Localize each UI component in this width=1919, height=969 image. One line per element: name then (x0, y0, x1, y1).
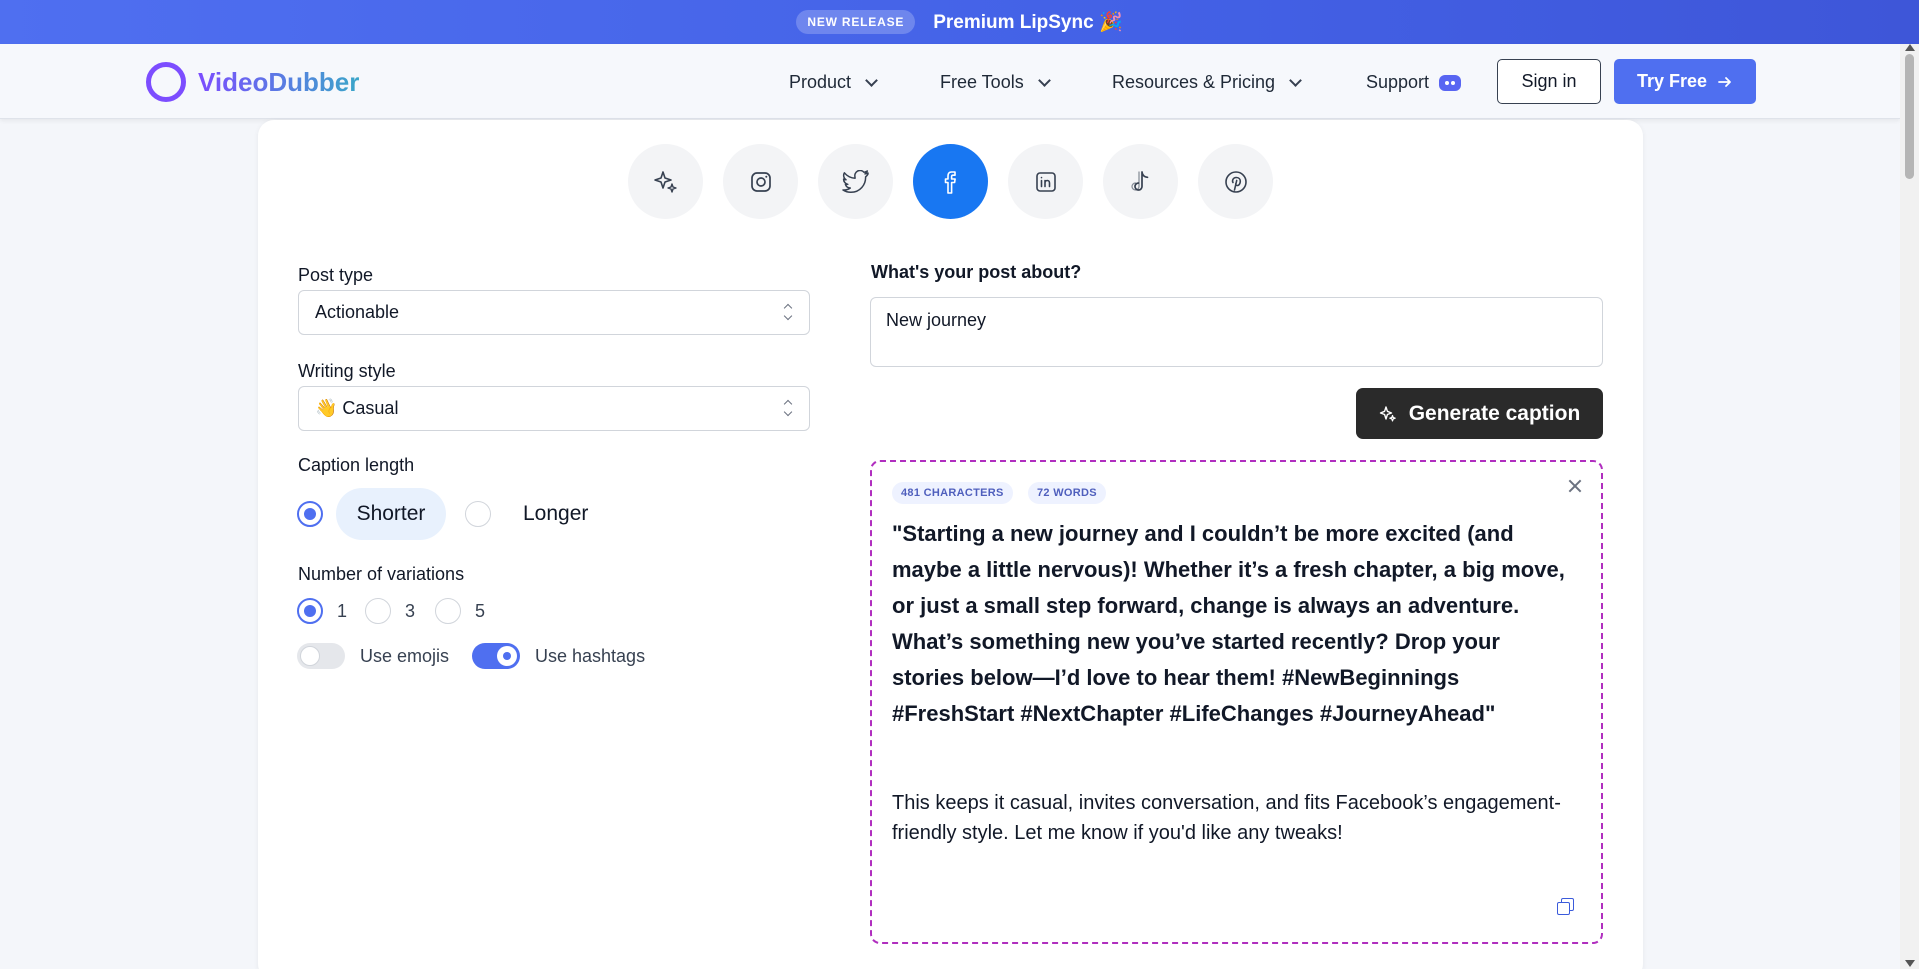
characters-count-badge: 481 CHARACTERS (892, 482, 1013, 504)
generated-caption: "Starting a new journey and I couldn’t b… (892, 521, 1565, 726)
platform-tiktok-button[interactable] (1103, 144, 1178, 219)
banner-text[interactable]: Premium LipSync 🎉 (933, 10, 1122, 34)
scrollbar-thumb[interactable] (1905, 54, 1914, 179)
words-count-badge: 72 WORDS (1028, 482, 1106, 504)
caption-length-shorter-radio[interactable] (297, 501, 323, 527)
post-type-select[interactable]: Actionable (298, 290, 810, 335)
sparkle-icon (653, 170, 677, 193)
discord-icon (1439, 74, 1462, 91)
generate-caption-button[interactable]: Generate caption (1356, 388, 1603, 439)
tiktok-icon (1130, 170, 1148, 191)
use-hashtags-label: Use hashtags (535, 646, 646, 666)
generate-caption-label: Generate caption (1408, 401, 1581, 425)
platform-ai-button[interactable] (628, 144, 703, 219)
page-scrollbar[interactable] (1900, 44, 1919, 969)
nav-product[interactable]: Product (789, 72, 878, 93)
linkedin-icon (1035, 171, 1056, 192)
nav-support[interactable]: Support (1366, 72, 1462, 93)
post-about-input[interactable]: New journey (870, 297, 1603, 367)
arrow-right-icon (1718, 76, 1731, 87)
facebook-icon (944, 170, 956, 194)
logo[interactable]: VideoDubber (146, 62, 359, 102)
new-release-badge: NEW RELEASE (796, 10, 916, 34)
toggle-knob (497, 646, 517, 666)
use-hashtags-toggle[interactable] (472, 643, 520, 669)
platform-facebook-button[interactable] (913, 144, 988, 219)
close-icon[interactable] (1567, 478, 1583, 494)
variations-3-label: 3 (405, 601, 416, 621)
caption-length-shorter-option[interactable]: Shorter (336, 488, 446, 540)
post-about-label: What's your post about? (871, 262, 1082, 282)
toggle-knob (300, 646, 320, 666)
pinterest-icon (1224, 170, 1247, 193)
post-type-value: Actionable (315, 302, 400, 322)
platform-instagram-button[interactable] (723, 144, 798, 219)
logo-text: VideoDubber (198, 66, 360, 97)
caption-result-box: 481 CHARACTERS 72 WORDS "Starting a new … (870, 460, 1603, 944)
platform-selector (628, 144, 1273, 219)
caption-length-longer-option[interactable]: Longer (523, 502, 588, 526)
platform-twitter-button[interactable] (818, 144, 893, 219)
use-emojis-label: Use emojis (360, 646, 450, 666)
variations-3-radio[interactable] (365, 598, 391, 624)
nav-support-label: Support (1366, 72, 1430, 92)
chevron-down-icon (865, 73, 878, 87)
variations-1-label: 1 (337, 601, 348, 621)
chevron-down-icon (1289, 73, 1302, 87)
logo-ring-icon (146, 62, 186, 102)
caption-note: This keeps it casual, invites conversati… (892, 792, 1561, 844)
scroll-down-arrow-icon[interactable] (1905, 960, 1915, 967)
top-nav: VideoDubber Product Free Tools Resources… (0, 44, 1900, 119)
sign-in-button[interactable]: Sign in (1497, 59, 1601, 104)
variations-5-radio[interactable] (435, 598, 461, 624)
variations-5-label: 5 (475, 601, 486, 621)
select-arrows-icon (783, 399, 793, 419)
try-free-button[interactable]: Try Free (1614, 59, 1756, 104)
platform-pinterest-button[interactable] (1198, 144, 1273, 219)
use-emojis-toggle[interactable] (297, 643, 345, 669)
nav-free-tools[interactable]: Free Tools (940, 72, 1051, 93)
copy-icon[interactable] (1557, 898, 1574, 915)
scroll-up-arrow-icon[interactable] (1905, 44, 1915, 51)
caption-length-longer-radio[interactable] (465, 501, 491, 527)
twitter-icon (841, 169, 869, 193)
writing-style-value: 👋 Casual (315, 398, 399, 418)
nav-resources-pricing[interactable]: Resources & Pricing (1112, 72, 1302, 93)
sparkle-icon (1379, 405, 1396, 421)
caption-length-label: Caption length (298, 455, 415, 475)
variations-label: Number of variations (298, 564, 465, 584)
instagram-icon (750, 171, 771, 192)
try-free-label: Try Free (1636, 71, 1708, 91)
announcement-banner[interactable]: NEW RELEASE Premium LipSync 🎉 (0, 0, 1919, 44)
nav-product-label: Product (789, 72, 852, 92)
select-arrows-icon (783, 303, 793, 323)
chevron-down-icon (1037, 73, 1051, 87)
variations-1-radio[interactable] (297, 598, 323, 624)
nav-resources-label: Resources & Pricing (1112, 72, 1276, 92)
post-type-label: Post type (298, 265, 374, 285)
platform-linkedin-button[interactable] (1008, 144, 1083, 219)
writing-style-select[interactable]: 👋 Casual (298, 386, 810, 431)
nav-free-tools-label: Free Tools (940, 72, 1024, 92)
writing-style-label: Writing style (298, 361, 396, 381)
